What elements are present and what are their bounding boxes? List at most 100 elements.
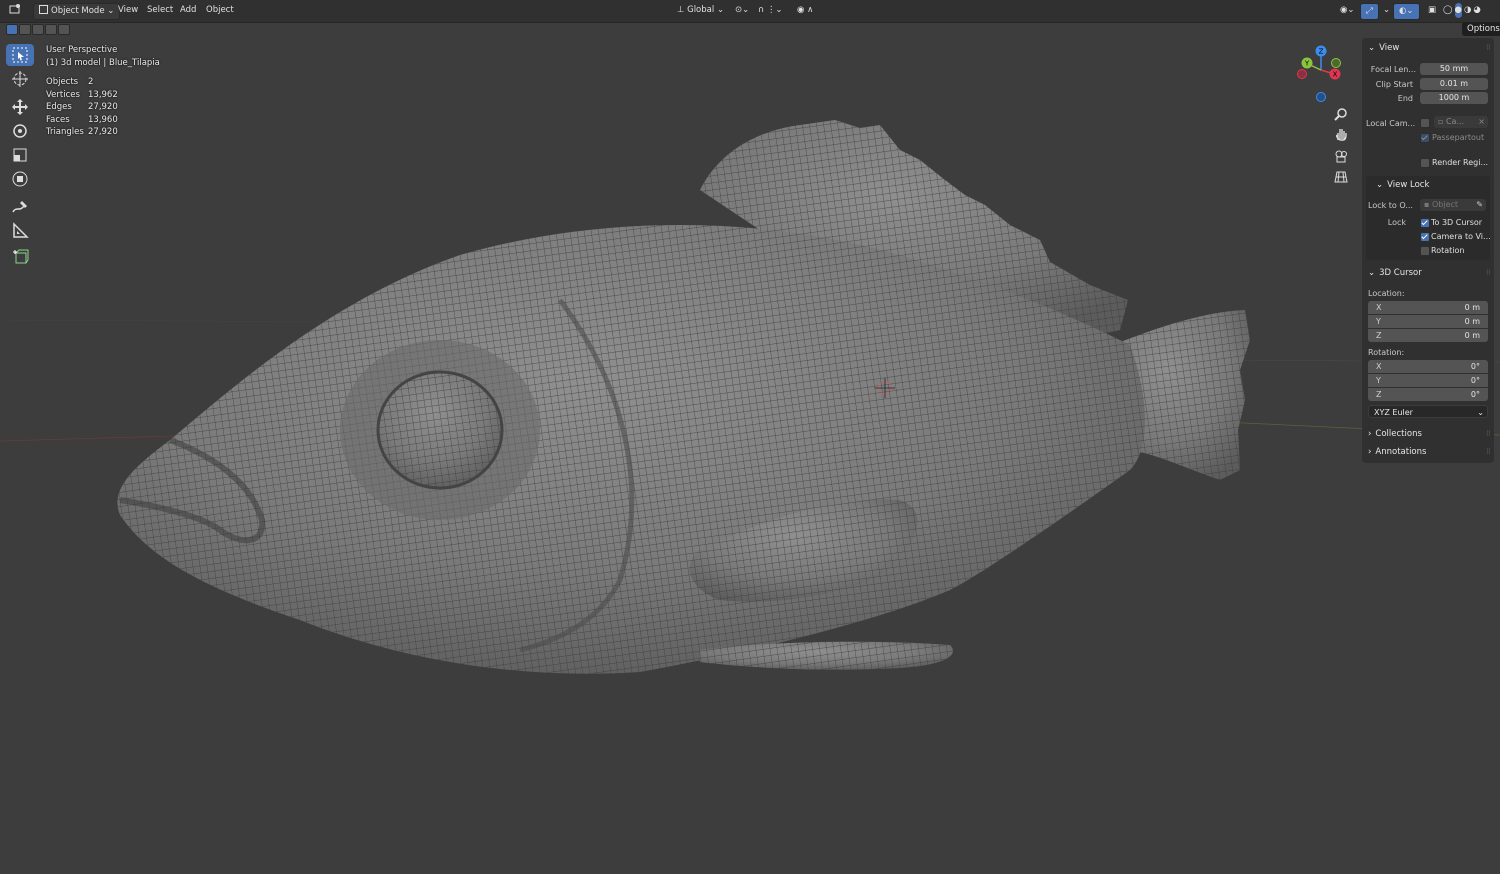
- render-region-checkbox[interactable]: [1420, 158, 1430, 168]
- eyedropper-icon[interactable]: ✎: [1476, 199, 1483, 211]
- orientation-dropdown[interactable]: ⊥ Global ⌄: [672, 3, 729, 18]
- axis-label: Z: [1376, 390, 1382, 399]
- axis-value: 0°: [1470, 376, 1480, 385]
- selection-mode-buttons: [6, 24, 70, 36]
- rotate-icon: [13, 124, 27, 138]
- navigation-gizmo[interactable]: Z X Y: [1292, 42, 1350, 106]
- local-camera-checkbox[interactable]: [1420, 118, 1430, 128]
- menu-view[interactable]: View: [113, 3, 143, 18]
- cursor-location-y-field[interactable]: Y 0 m: [1368, 315, 1488, 328]
- visibility-dropdown[interactable]: ◉⌄: [1335, 3, 1360, 18]
- overlay-toggle[interactable]: ◐⌄: [1393, 3, 1420, 20]
- stat-value: 13,960: [88, 114, 118, 125]
- clear-icon[interactable]: ×: [1478, 116, 1485, 128]
- transform-tool[interactable]: [6, 168, 34, 190]
- annotate-tool[interactable]: [6, 196, 34, 218]
- eye-icon: ◉⌄: [1340, 5, 1355, 15]
- zoom-icon: [1334, 108, 1347, 121]
- measure-tool[interactable]: [6, 220, 34, 242]
- menu-select[interactable]: Select: [142, 3, 178, 18]
- select-extend-mode[interactable]: [19, 24, 31, 35]
- axis-value: 0°: [1470, 390, 1480, 399]
- camera-view-button[interactable]: [1331, 146, 1351, 166]
- section-3d-cursor-header[interactable]: ⌄ 3D Cursor: [1368, 268, 1422, 278]
- section-title: 3D Cursor: [1379, 268, 1422, 278]
- snap-toggle[interactable]: ∩ ⋮⌄: [753, 3, 788, 18]
- clip-end-field[interactable]: 1000 m: [1420, 92, 1488, 104]
- solid-shading-icon[interactable]: ●: [1454, 3, 1462, 18]
- menu-add[interactable]: Add: [175, 3, 201, 18]
- select-subtract-mode[interactable]: [32, 24, 44, 35]
- select-difference-mode[interactable]: [45, 24, 57, 35]
- select-new-mode[interactable]: [6, 24, 18, 35]
- cursor-rotation-x-field[interactable]: X 0°: [1368, 360, 1488, 373]
- pivot-point-dropdown[interactable]: ⊙⌄: [730, 3, 754, 18]
- add-cube-tool[interactable]: [6, 246, 34, 268]
- axis-value: 0°: [1470, 362, 1480, 371]
- editor-type-button[interactable]: [4, 3, 32, 18]
- section-view-lock-header[interactable]: ⌄ View Lock: [1376, 180, 1429, 190]
- section-view-header[interactable]: ⌄ View: [1368, 43, 1399, 53]
- pencil-icon: [12, 201, 27, 213]
- local-camera-field[interactable]: ▫ Ca... ×: [1434, 116, 1488, 128]
- material-shading-icon[interactable]: ◑: [1464, 3, 1471, 18]
- drag-handle-icon[interactable]: ⠿: [1486, 430, 1491, 438]
- focal-length-label: Focal Len...: [1370, 65, 1416, 74]
- rotation-mode-dropdown[interactable]: XYZ Euler ⌄: [1368, 405, 1488, 418]
- object-mode-icon: [39, 5, 48, 14]
- lock-to-object-label: Lock to O...: [1368, 201, 1413, 210]
- mode-label: Object Mode: [51, 6, 105, 16]
- stat-label: Objects: [46, 77, 79, 87]
- camera-to-view-checkbox[interactable]: [1420, 232, 1430, 242]
- scene-statistics: Objects 2 Vertices 13,962 Edges 27,920 Face…: [46, 76, 160, 139]
- axis-value: 0 m: [1464, 317, 1480, 326]
- move-tool[interactable]: [6, 96, 34, 118]
- options-button[interactable]: Options: [1462, 22, 1500, 36]
- stat-row: Triangles 27,920: [46, 126, 160, 139]
- select-box-tool[interactable]: [6, 44, 34, 66]
- drag-handle-icon[interactable]: ⠿: [1486, 448, 1491, 456]
- local-camera-label: Local Cam...: [1366, 119, 1416, 128]
- lock-to-3d-cursor-checkbox[interactable]: [1420, 218, 1430, 228]
- wireframe-shading-icon[interactable]: ◯: [1443, 3, 1453, 18]
- gizmo-neg-x-axis[interactable]: [1297, 69, 1307, 79]
- clip-start-field[interactable]: 0.01 m: [1420, 78, 1488, 90]
- pan-button[interactable]: [1331, 124, 1351, 144]
- rotate-tool[interactable]: [6, 120, 34, 142]
- cursor-tool[interactable]: [6, 68, 34, 90]
- stat-value: 2: [88, 77, 94, 87]
- lock-to-object-field[interactable]: ▪ Object ✎: [1420, 199, 1486, 211]
- perspective-toggle-button[interactable]: [1331, 167, 1351, 187]
- overlay-icon: ◐⌄: [1399, 6, 1414, 16]
- section-collections-header[interactable]: › Collections: [1368, 429, 1422, 439]
- select-intersect-mode[interactable]: [58, 24, 70, 35]
- section-annotations-header[interactable]: › Annotations: [1368, 447, 1426, 457]
- gizmo-toggle[interactable]: ⤢: [1360, 3, 1379, 20]
- scale-tool[interactable]: [6, 144, 34, 166]
- active-object-label: (1) 3d model | Blue_Tilapia: [46, 57, 160, 68]
- mode-dropdown[interactable]: Object Mode ⌄: [33, 3, 121, 20]
- cursor-rotation-y-field[interactable]: Y 0°: [1368, 374, 1488, 387]
- local-camera-value: Ca...: [1445, 117, 1465, 126]
- drag-handle-icon[interactable]: ⠿: [1486, 44, 1491, 52]
- shading-modes[interactable]: ◯ ● ◑ ◕: [1438, 3, 1486, 18]
- focal-length-field[interactable]: 50 mm: [1420, 63, 1488, 75]
- fish-mesh-model[interactable]: [0, 0, 1500, 874]
- cursor-location-z-field[interactable]: Z 0 m: [1368, 329, 1488, 342]
- cursor-location-x-field[interactable]: X 0 m: [1368, 301, 1488, 314]
- grid-perspective-icon: [1334, 171, 1348, 183]
- drag-handle-icon[interactable]: ⠿: [1486, 269, 1491, 277]
- menu-object[interactable]: Object: [201, 3, 239, 18]
- chevron-down-icon: ⌄: [1368, 268, 1376, 278]
- zoom-button[interactable]: [1331, 104, 1351, 124]
- rendered-shading-icon[interactable]: ◕: [1473, 3, 1480, 18]
- stat-row: Vertices 13,962: [46, 89, 160, 102]
- rotation-mode-value: XYZ Euler: [1374, 408, 1413, 417]
- gizmo-neg-z-axis[interactable]: [1316, 92, 1326, 102]
- passepartout-checkbox[interactable]: [1420, 133, 1430, 143]
- gizmo-neg-y-axis[interactable]: [1331, 58, 1341, 68]
- 3d-viewport[interactable]: [0, 0, 1500, 874]
- proportional-edit-toggle[interactable]: ◉ ∧: [792, 3, 818, 18]
- lock-rotation-checkbox[interactable]: [1420, 246, 1430, 256]
- cursor-rotation-z-field[interactable]: Z 0°: [1368, 388, 1488, 401]
